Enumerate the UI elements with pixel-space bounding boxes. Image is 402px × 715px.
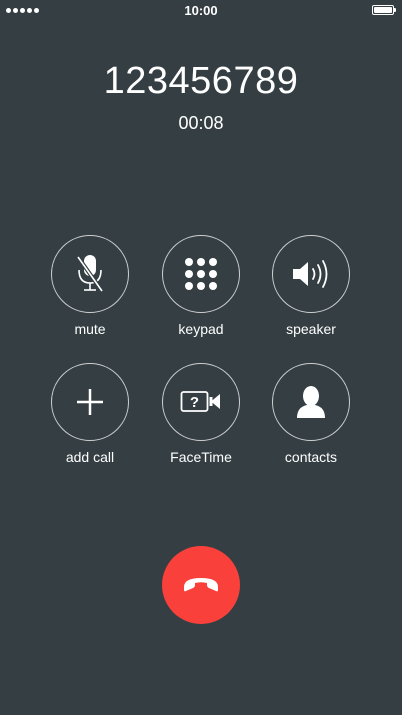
keypad-icon: [183, 256, 219, 292]
contacts-label: contacts: [284, 449, 338, 465]
add-call-button[interactable]: add call: [40, 363, 140, 465]
facetime-label: FaceTime: [170, 449, 232, 465]
svg-text:?: ?: [190, 394, 199, 411]
speaker-button[interactable]: speaker: [261, 235, 361, 337]
caller-number: 123456789: [103, 60, 299, 102]
keypad-circle[interactable]: [162, 235, 240, 313]
mute-label: mute: [74, 321, 106, 337]
end-call-button[interactable]: [162, 546, 240, 624]
call-duration: 00:08: [178, 113, 224, 133]
add-call-circle[interactable]: [51, 363, 129, 441]
status-bar: 10:00: [0, 0, 402, 22]
microphone-muted-icon: [73, 253, 107, 295]
facetime-button[interactable]: ? FaceTime: [151, 363, 251, 465]
contacts-button[interactable]: contacts: [261, 363, 361, 465]
keypad-label: keypad: [178, 321, 224, 337]
status-time: 10:00: [184, 3, 218, 18]
speaker-icon: [291, 259, 331, 289]
add-call-label: add call: [65, 449, 115, 465]
contact-silhouette-icon: [295, 385, 327, 419]
phone-hangup-icon: [181, 575, 221, 595]
mute-circle[interactable]: [51, 235, 129, 313]
plus-icon: [75, 387, 105, 417]
speaker-circle[interactable]: [272, 235, 350, 313]
contacts-circle[interactable]: [272, 363, 350, 441]
mute-button[interactable]: mute: [40, 235, 140, 337]
speaker-label: speaker: [286, 321, 336, 337]
battery-full-icon: [372, 5, 396, 15]
facetime-icon: ?: [180, 389, 222, 415]
keypad-button[interactable]: keypad: [151, 235, 251, 337]
facetime-circle[interactable]: ?: [162, 363, 240, 441]
